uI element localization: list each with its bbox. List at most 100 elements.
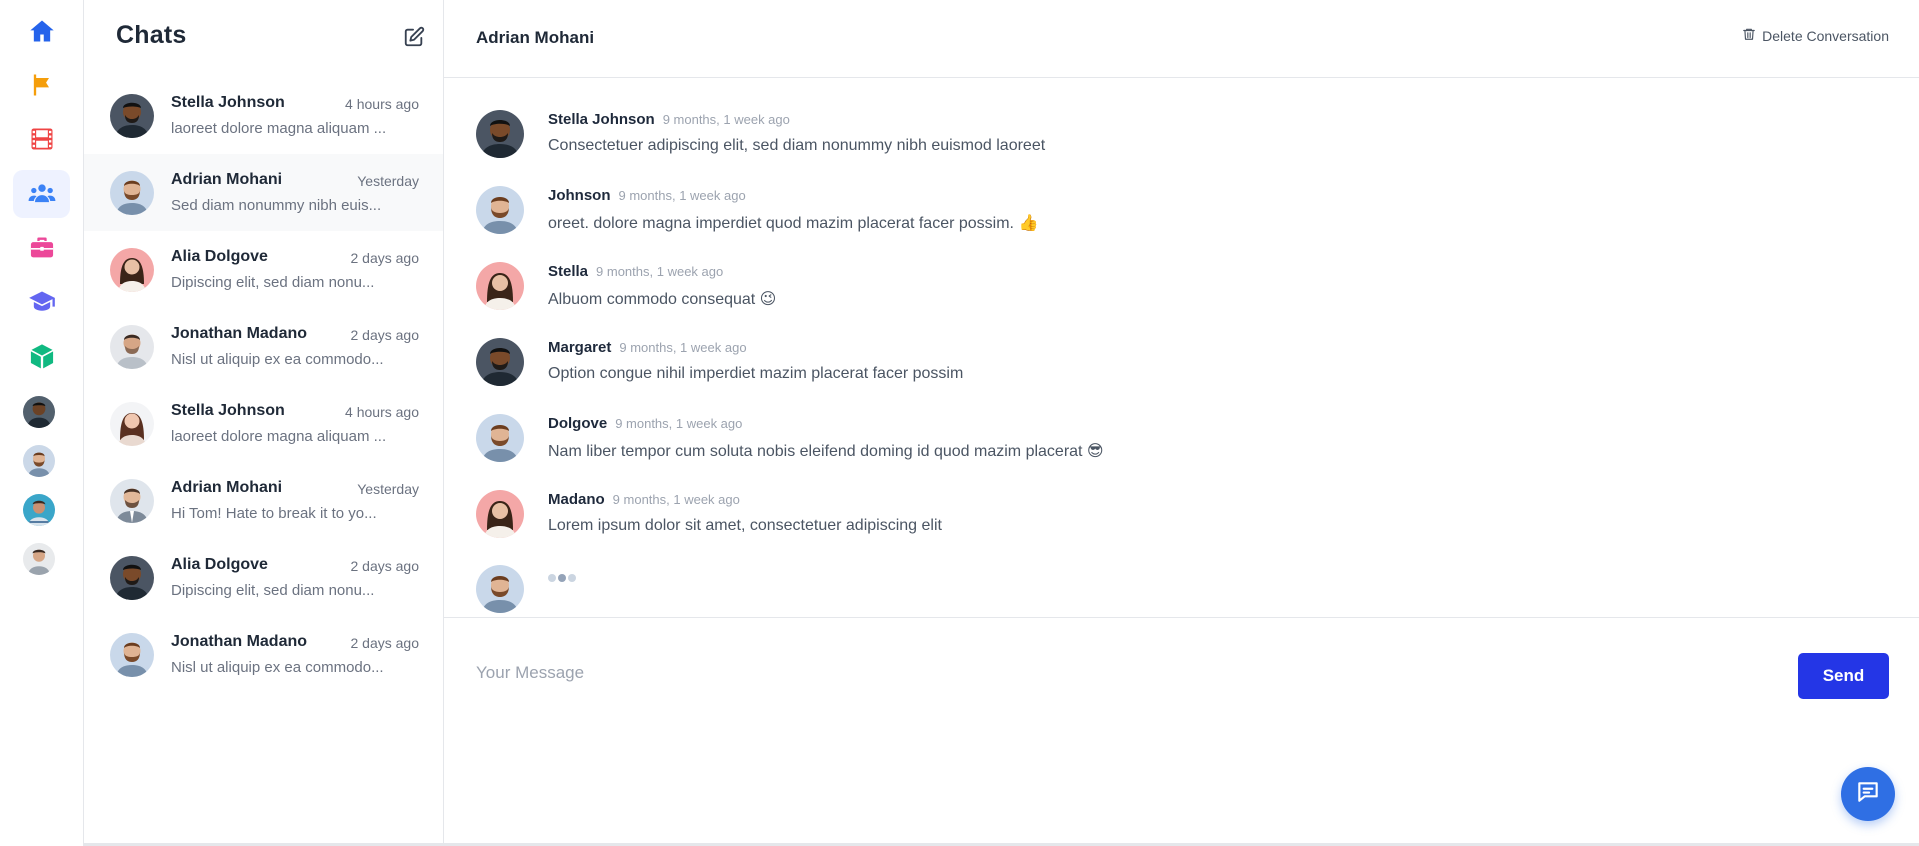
message-timestamp: Yesterday [357,481,419,497]
contact-name: Alia Dolgove [171,248,268,265]
chat-message: Margaret 9 months, 1 week ago Option cong… [476,338,1776,398]
message-input[interactable] [476,658,1776,688]
message-text: Nam liber tempor cum soluta nobis eleife… [548,443,1104,460]
avatar [110,94,154,138]
list-item[interactable]: Alia Dolgove 2 days ago Dipiscing elit, … [84,231,443,308]
avatar [476,262,524,310]
edit-icon[interactable] [403,26,425,48]
chat-fab-button[interactable] [1841,767,1895,821]
conversation-panel: Adrian Mohani Delete Conversation Stella… [444,0,1919,846]
chat-bubble-icon [1855,779,1881,810]
list-item[interactable]: Adrian Mohani Yesterday Sed diam nonummy… [84,154,443,231]
avatar[interactable] [23,494,55,526]
avatar [110,325,154,369]
chat-app: Chats Stella Johnson 4 hours ago laoreet… [0,0,1919,846]
message-text: oreet. dolore magna imperdiet quod mazim… [548,215,1039,232]
sidebar-nav [0,0,84,846]
avatar [476,565,524,613]
sender-name: Johnson [548,187,611,204]
avatar [476,414,524,462]
typing-indicator-row [476,565,1776,613]
avatar [110,479,154,523]
message-preview: Dipiscing elit, sed diam nonu... [171,274,375,291]
contact-name: Alia Dolgove [171,556,268,573]
conversation-title: Adrian Mohani [476,28,595,47]
briefcase-icon[interactable] [13,224,70,272]
avatar[interactable] [23,543,55,575]
avatar [110,248,154,292]
list-item[interactable]: Stella Johnson 4 hours ago laoreet dolor… [84,385,443,462]
avatar[interactable] [23,445,55,477]
message-preview: Dipiscing elit, sed diam nonu... [171,582,375,599]
chat-message: Stella 9 months, 1 week ago Albuom commod… [476,262,1776,322]
list-item[interactable]: Jonathan Madano 2 days ago Nisl ut aliqu… [84,616,443,693]
chat-list-header: Chats [84,0,443,74]
message-sender: Stella 9 months, 1 week ago [548,263,723,280]
chat-list-title: Chats [116,21,187,49]
sender-name: Dolgove [548,415,608,432]
cube-icon[interactable] [13,332,70,380]
send-button[interactable]: Send [1798,653,1889,699]
graduation-cap-icon[interactable] [13,278,70,326]
chat-list: Chats Stella Johnson 4 hours ago laoreet… [84,0,444,846]
contact-name: Adrian Mohani [171,479,283,496]
contact-name: Jonathan Madano [171,633,308,650]
list-item[interactable]: Alia Dolgove 2 days ago Dipiscing elit, … [84,539,443,616]
sender-name: Stella Johnson [548,111,655,128]
sender-name: Stella [548,263,589,280]
conversation-header: Adrian Mohani Delete Conversation [444,0,1919,78]
list-item[interactable]: Jonathan Madano 2 days ago Nisl ut aliqu… [84,308,443,385]
message-timestamp: 4 hours ago [345,96,419,112]
message-timestamp: 2 days ago [350,250,420,266]
message-sender: Dolgove 9 months, 1 week ago [548,415,742,432]
message-timestamp: 9 months, 1 week ago [619,340,747,355]
flag-icon[interactable] [13,61,70,109]
message-preview: laoreet dolore magna aliquam ... [171,120,387,137]
message-preview: Hi Tom! Hate to break it to yo... [171,505,377,522]
chat-message: Dolgove 9 months, 1 week ago Nam liber te… [476,414,1776,474]
avatar [110,402,154,446]
message-timestamp: 2 days ago [350,558,420,574]
trash-icon [1742,27,1756,44]
message-sender: Johnson 9 months, 1 week ago [548,187,746,204]
avatar [476,338,524,386]
typing-dot [568,574,576,582]
message-text: Consectetuer adipiscing elit, sed diam n… [548,137,1046,154]
message-preview: Nisl ut aliquip ex ea commodo... [171,351,384,368]
list-item[interactable]: Stella Johnson 4 hours ago laoreet dolor… [84,77,443,154]
message-timestamp: 9 months, 1 week ago [615,416,743,431]
avatar [476,490,524,538]
sender-name: Madano [548,491,605,508]
film-icon[interactable] [13,115,70,163]
contact-name: Stella Johnson [171,402,285,419]
chat-message: Stella Johnson 9 months, 1 week ago Conse… [476,110,1776,170]
message-sender: Margaret 9 months, 1 week ago [548,339,747,356]
message-timestamp: 4 hours ago [345,404,419,420]
typing-dot [558,574,566,582]
avatar[interactable] [23,396,55,428]
message-preview: Nisl ut aliquip ex ea commodo... [171,659,384,676]
message-timestamp: 9 months, 1 week ago [618,188,746,203]
users-icon[interactable] [13,170,70,218]
message-timestamp: 9 months, 1 week ago [596,264,724,279]
message-timestamp: 2 days ago [350,635,420,651]
message-timestamp: Yesterday [357,173,419,189]
delete-conversation-button[interactable]: Delete Conversation [1742,27,1889,44]
contact-name: Adrian Mohani [171,171,283,188]
message-text: Option congue nihil imperdiet mazim plac… [548,365,964,382]
message-preview: Sed diam nonummy nibh euis... [171,197,382,214]
list-item[interactable]: Adrian Mohani Yesterday Hi Tom! Hate to … [84,462,443,539]
avatar [110,633,154,677]
chat-message: Johnson 9 months, 1 week ago oreet. dolor… [476,186,1776,246]
avatar [476,186,524,234]
home-icon[interactable] [13,7,70,55]
avatar [476,110,524,158]
message-timestamp: 9 months, 1 week ago [662,112,790,127]
message-timestamp: 9 months, 1 week ago [612,492,740,507]
message-composer: Send [444,617,1919,846]
contact-name: Jonathan Madano [171,325,308,342]
avatar [110,171,154,215]
typing-dot [548,574,556,582]
avatar [110,556,154,600]
typing-indicator [548,574,576,582]
